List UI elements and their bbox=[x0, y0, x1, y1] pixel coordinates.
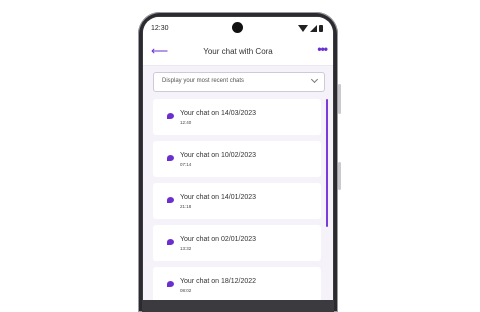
chat-title: Your chat on 10/02/2023 bbox=[180, 152, 257, 159]
wifi-icon bbox=[298, 25, 308, 32]
chat-item[interactable]: Your chat on 10/02/2023 07:14 bbox=[153, 141, 321, 177]
chat-bubble-icon bbox=[167, 281, 174, 287]
chat-title: Your chat on 14/03/2023 bbox=[180, 110, 257, 117]
chat-filter-dropdown[interactable]: Display your most recent chats bbox=[153, 72, 325, 92]
chat-item[interactable]: Your chat on 02/01/2023 13:32 bbox=[153, 225, 321, 261]
chat-bubble-icon bbox=[167, 197, 174, 203]
power-button bbox=[338, 84, 341, 114]
signal-icon bbox=[310, 25, 317, 32]
chat-item[interactable]: Your chat on 14/01/2023 21:18 bbox=[153, 183, 321, 219]
chat-item[interactable]: Your chat on 14/03/2023 12:40 bbox=[153, 99, 321, 135]
chat-title: Your chat on 18/12/2022 bbox=[180, 278, 257, 285]
chat-time: 12:40 bbox=[180, 120, 192, 125]
chevron-down-icon bbox=[310, 75, 319, 84]
app-header: ⟵ Your chat with Cora ••• bbox=[143, 39, 333, 66]
camera-icon bbox=[232, 22, 243, 33]
phone-screen: 12:30 ⟵ Your chat with Cora ••• Display … bbox=[143, 17, 333, 300]
chat-time: 13:32 bbox=[180, 246, 192, 251]
status-time: 12:30 bbox=[151, 25, 169, 32]
chat-title: Your chat on 14/01/2023 bbox=[180, 194, 257, 201]
battery-icon bbox=[319, 25, 323, 32]
volume-button bbox=[338, 162, 341, 190]
chat-item[interactable]: Your chat on 18/12/2022 08:02 bbox=[153, 267, 321, 300]
chat-time: 07:14 bbox=[180, 162, 192, 167]
chat-time: 08:02 bbox=[180, 288, 192, 293]
chat-bubble-icon bbox=[167, 239, 174, 245]
status-bar: 12:30 bbox=[143, 17, 333, 39]
chat-time: 21:18 bbox=[180, 204, 192, 209]
more-options-icon[interactable]: ••• bbox=[317, 43, 328, 55]
chat-bubble-icon bbox=[167, 113, 174, 119]
chat-filter-label: Display your most recent chats bbox=[162, 78, 245, 84]
scrollbar-thumb[interactable] bbox=[326, 99, 328, 227]
chat-title: Your chat on 02/01/2023 bbox=[180, 236, 257, 243]
chat-bubble-icon bbox=[167, 155, 174, 161]
back-arrow-icon[interactable]: ⟵ bbox=[151, 44, 168, 58]
system-icons bbox=[298, 24, 323, 32]
page-title: Your chat with Cora bbox=[203, 47, 273, 56]
